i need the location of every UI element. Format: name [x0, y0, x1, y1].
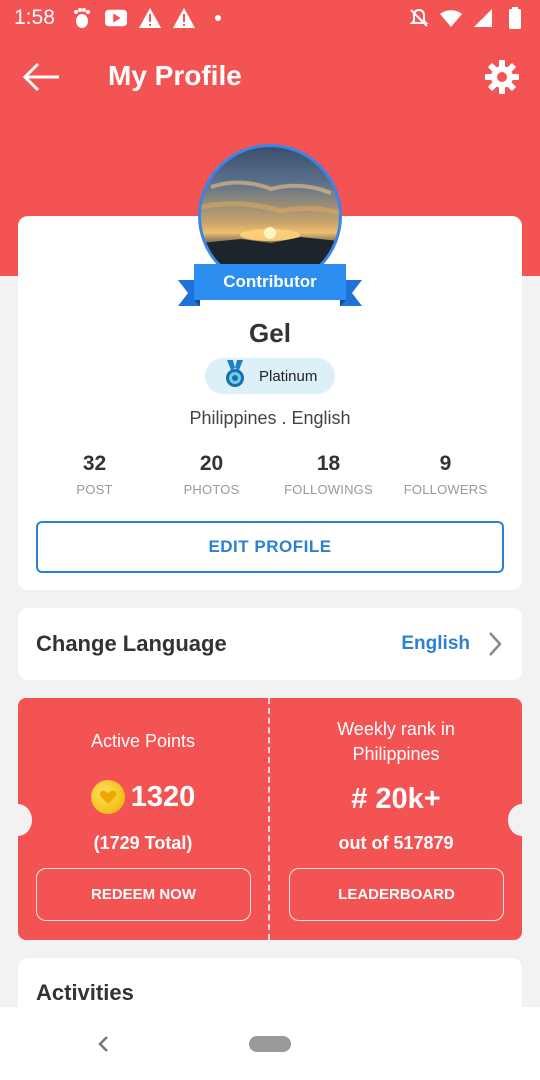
activities-title: Activities	[36, 980, 134, 1005]
tier-badge: Platinum	[205, 358, 335, 394]
contributor-badge-label: Contributor	[223, 272, 317, 291]
points-card: Active Points 1320 (1729 Total) REDEEM N…	[4, 698, 536, 940]
coin-icon	[90, 780, 125, 814]
youtube-icon	[104, 7, 127, 29]
warning-icon	[138, 7, 161, 29]
leaderboard-button[interactable]: LEADERBOARD	[289, 868, 504, 921]
wifi-icon	[440, 7, 462, 29]
dot-icon	[207, 7, 229, 29]
nav-home-pill[interactable]	[249, 1036, 291, 1052]
warning-icon	[172, 7, 195, 29]
system-nav-bar	[0, 1007, 540, 1080]
back-arrow-icon[interactable]	[22, 60, 62, 94]
weekly-rank-value: # 20k+	[351, 782, 441, 815]
weekly-rank-label-line2: Philippines	[352, 744, 440, 764]
status-bar: 1:58	[0, 0, 540, 36]
change-language-row[interactable]: Change Language English	[18, 608, 522, 680]
stat-value: 18	[316, 452, 341, 475]
status-time: 1:58	[14, 6, 55, 29]
active-points-value: 1320	[130, 780, 196, 813]
signal-icon	[472, 7, 494, 29]
contributor-ribbon: Contributor	[178, 264, 362, 308]
profile-stats: 32 POST 20 PHOTOS 18 FOLLOWINGS 9 FOLLOW…	[36, 452, 504, 504]
tier-label: Platinum	[259, 367, 318, 385]
page-title: My Profile	[108, 60, 242, 91]
battery-icon	[504, 7, 526, 29]
chevron-right-icon	[486, 630, 504, 658]
stat-photos[interactable]: 20 PHOTOS	[153, 452, 270, 504]
edit-profile-button[interactable]: EDIT PROFILE	[36, 521, 504, 573]
stat-followers[interactable]: 9 FOLLOWERS	[387, 452, 504, 504]
stat-post[interactable]: 32 POST	[36, 452, 153, 504]
stat-followings[interactable]: 18 FOLLOWINGS	[270, 452, 387, 504]
stat-value: 32	[82, 452, 107, 475]
mute-icon	[408, 7, 430, 29]
stat-label: POST	[76, 482, 113, 497]
gear-icon[interactable]	[484, 59, 520, 95]
total-points: (1729 Total)	[93, 833, 193, 853]
profile-name: Gel	[249, 318, 291, 348]
change-language-title: Change Language	[36, 631, 227, 656]
location-language: Philippines . English	[189, 408, 351, 428]
rank-out-of: out of 517879	[338, 833, 454, 853]
stat-label: FOLLOWINGS	[284, 482, 373, 497]
active-points-value-row: 1320	[18, 780, 268, 814]
active-points-label: Active Points	[90, 731, 196, 751]
app-bar: My Profile	[0, 48, 540, 108]
redeem-now-button[interactable]: REDEEM NOW	[36, 868, 251, 921]
stat-value: 20	[199, 452, 224, 475]
footprint-icon	[71, 7, 93, 29]
medal-icon	[223, 360, 247, 392]
stat-value: 9	[439, 452, 452, 475]
current-language: English	[401, 633, 470, 654]
weekly-rank-label-line1: Weekly rank in	[337, 719, 455, 739]
stat-label: PHOTOS	[183, 482, 240, 497]
stat-label: FOLLOWERS	[403, 482, 488, 497]
nav-back-icon[interactable]	[94, 1033, 114, 1055]
